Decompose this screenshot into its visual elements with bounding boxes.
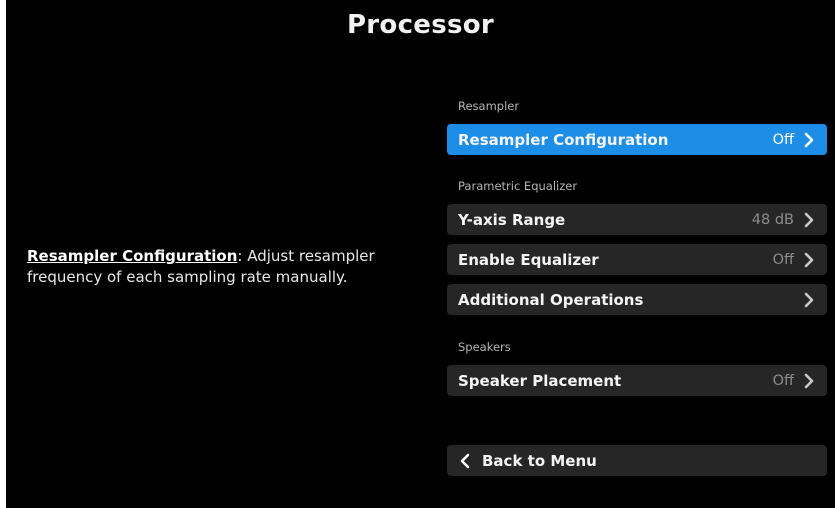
row-speaker-placement[interactable]: Speaker Placement Off bbox=[447, 365, 827, 396]
chevron-right-icon bbox=[802, 373, 816, 389]
row-resampler-configuration[interactable]: Resampler Configuration Off bbox=[447, 124, 827, 155]
row-additional-operations[interactable]: Additional Operations bbox=[447, 284, 827, 315]
row-label: Speaker Placement bbox=[458, 371, 622, 390]
row-label: Additional Operations bbox=[458, 290, 644, 309]
row-y-axis-range[interactable]: Y-axis Range 48 dB bbox=[447, 204, 827, 235]
section-label-speakers: Speakers bbox=[458, 340, 511, 354]
section-label-parametric-equalizer: Parametric Equalizer bbox=[458, 179, 578, 193]
back-to-menu-label: Back to Menu bbox=[482, 451, 597, 470]
chevron-right-icon bbox=[802, 212, 816, 228]
setting-description: Resampler Configuration: Adjust resample… bbox=[27, 246, 427, 288]
description-setting-name: Resampler Configuration bbox=[27, 247, 238, 265]
section-label-resampler: Resampler bbox=[458, 99, 520, 113]
row-label: Resampler Configuration bbox=[458, 130, 669, 149]
row-value: Off bbox=[772, 131, 794, 148]
chevron-left-icon bbox=[458, 453, 472, 469]
back-to-menu-button[interactable]: Back to Menu bbox=[447, 445, 827, 476]
row-value: Off bbox=[772, 372, 794, 389]
chevron-right-icon bbox=[802, 132, 816, 148]
row-enable-equalizer[interactable]: Enable Equalizer Off bbox=[447, 244, 827, 275]
chevron-right-icon bbox=[802, 252, 816, 268]
row-label: Enable Equalizer bbox=[458, 250, 599, 269]
row-label: Y-axis Range bbox=[458, 210, 566, 229]
processor-screen: Processor Resampler Configuration: Adjus… bbox=[6, 0, 835, 508]
settings-list: Resampler Resampler Configuration Off Pa… bbox=[447, 0, 827, 508]
row-value: Off bbox=[772, 251, 794, 268]
row-value: 48 dB bbox=[751, 211, 794, 228]
chevron-right-icon bbox=[802, 292, 816, 308]
